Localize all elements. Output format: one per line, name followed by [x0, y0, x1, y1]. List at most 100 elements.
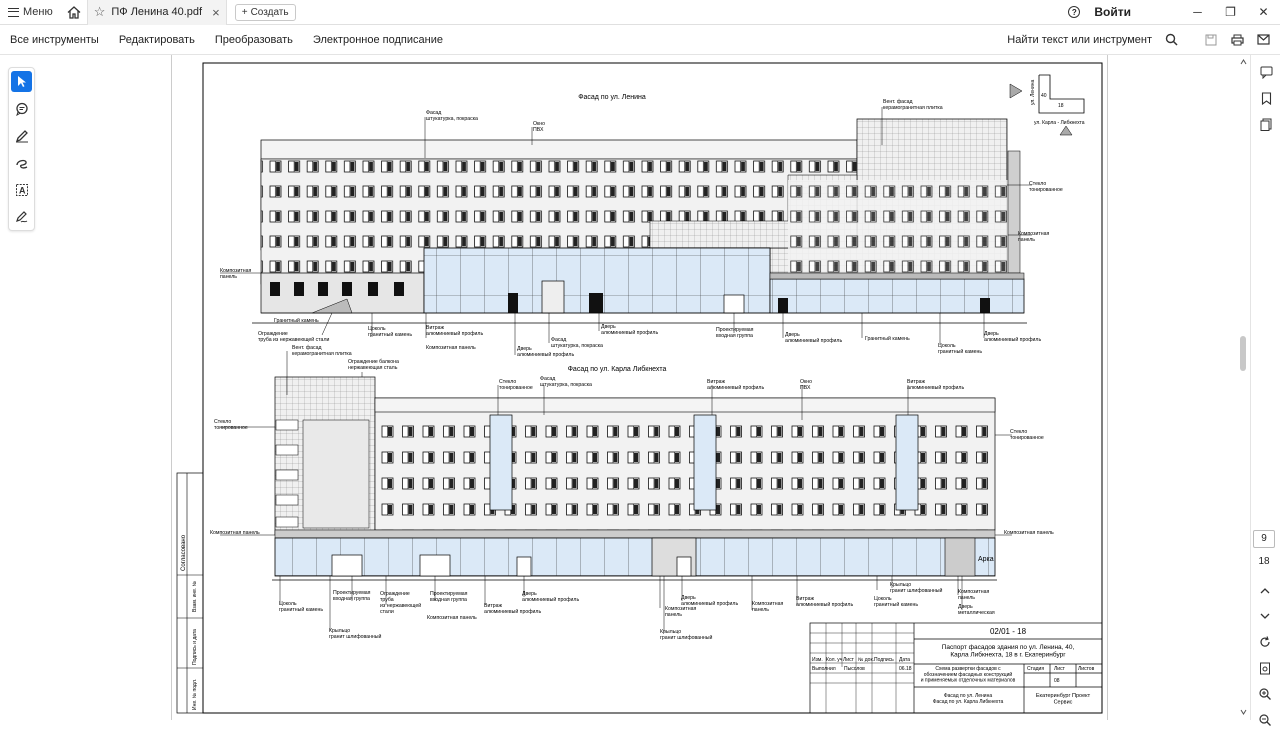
close-tab-icon[interactable]: × — [212, 5, 220, 20]
lbl-top-facade-b: Фасад штукатурка, покраска — [551, 337, 603, 349]
comment-panel-button[interactable] — [1251, 59, 1280, 85]
create-label: Создать — [250, 6, 289, 18]
lbl-bot-panel-c: Композитная панель — [665, 606, 697, 618]
zoom-in-button[interactable] — [1250, 681, 1280, 707]
highlight-tool-button[interactable] — [11, 125, 32, 146]
total-pages: 18 — [1258, 556, 1270, 567]
find-label[interactable]: Найти текст или инструмент — [1007, 34, 1152, 46]
bookmark-panel-button[interactable] — [1251, 85, 1280, 111]
signature-icon — [15, 210, 27, 222]
text-box-icon: A — [15, 183, 28, 196]
vertical-scrollbar[interactable] — [1239, 55, 1248, 720]
keyplan-40: 40 — [1041, 93, 1047, 99]
tb-row-date: 06.18 — [899, 666, 912, 672]
tb-col-list: Лист — [843, 657, 855, 663]
lbl-top-plinth: Цоколь гранитный камень — [368, 326, 412, 338]
create-button[interactable]: + Создать — [234, 3, 296, 21]
lbl-bot-vent: Вент. фасад керамогранитная плитка — [292, 345, 352, 357]
zoom-out-button[interactable] — [1250, 707, 1280, 733]
bottom-facade-title: Фасад по ул. Карла Либкнехта — [568, 365, 667, 373]
tab-title: ПФ Ленина 40.pdf — [111, 6, 203, 18]
tb-code: 02/01 - 18 — [990, 627, 1027, 636]
lbl-top-granite: Гранитный камень — [274, 317, 319, 324]
tb-stage: Стадия — [1027, 666, 1044, 672]
lbl-top-panel-b: Композитная панель — [426, 345, 476, 351]
search-icon[interactable] — [1164, 33, 1178, 47]
bookmark-icon — [1261, 91, 1271, 105]
prev-page-button[interactable] — [1250, 577, 1280, 603]
lbl-top-panel-l: Композитная панель — [220, 268, 252, 280]
extract-button[interactable] — [1250, 655, 1280, 681]
lbl-bot-entrance2: Проектируемая входная группа — [430, 591, 468, 603]
toolbar-edit[interactable]: Редактировать — [109, 34, 205, 46]
lbl-bot-panel-e: Композитная панель — [958, 589, 990, 601]
current-page-input[interactable]: 9 — [1253, 530, 1275, 548]
lbl-bot-glass-r: Стекло тонированное — [1010, 429, 1044, 441]
minimize-icon[interactable]: ─ — [1181, 5, 1214, 19]
stamp-replace: Взам. инв. № — [192, 581, 198, 612]
comment-icon — [15, 102, 28, 116]
top-facade-title: Фасад по ул. Ленина — [578, 94, 646, 101]
facade-drawing: Согласовано Взам. инв. № Подпись и дата … — [176, 62, 1103, 714]
lbl-top-fence: Ограждение труба из нержавеющей стали — [258, 331, 329, 343]
document-tab[interactable]: ☆ ПФ Ленина 40.pdf × — [86, 0, 227, 25]
lbl-top-panel-r: Композитная панель — [1018, 231, 1050, 243]
tb-col-doc: № док. — [858, 657, 874, 663]
lbl-bot-door2: Дверь алюминиевый профиль — [681, 595, 738, 607]
lbl-bot-door-metal: Дверь металлическая — [958, 604, 995, 616]
select-tool-button[interactable] — [11, 71, 32, 92]
next-page-button[interactable] — [1250, 603, 1280, 629]
plus-icon: + — [241, 6, 248, 18]
lbl-top-door2: Дверь алюминиевый профиль — [601, 324, 658, 336]
star-icon[interactable]: ☆ — [94, 4, 106, 20]
menu-button[interactable]: Меню — [0, 0, 61, 25]
left-tool-rail: A — [8, 67, 35, 231]
rotate-icon — [1260, 636, 1270, 647]
restore-icon[interactable]: ❐ — [1214, 5, 1247, 19]
freehand-icon — [15, 159, 27, 169]
print-icon[interactable] — [1230, 33, 1244, 47]
lbl-bot-balcony: Ограждение балкона нержавеющая сталь — [348, 359, 399, 371]
lbl-bot-entrance1: Проектируемая входная группа — [333, 590, 371, 602]
pdf-page: Согласовано Взам. инв. № Подпись и дата … — [171, 55, 1108, 720]
tb-col-date: Дата — [899, 657, 910, 663]
mail-icon[interactable] — [1256, 33, 1270, 47]
zoom-out-icon — [1259, 714, 1271, 726]
text-tool-button[interactable]: A — [11, 179, 32, 200]
toolbar-esign[interactable]: Электронное подписание — [303, 34, 453, 46]
save-icon[interactable] — [1204, 33, 1218, 47]
close-window-icon[interactable]: ✕ — [1247, 5, 1280, 19]
stamp-inv: Инв. № подл. — [192, 679, 198, 710]
tb-sheet-names: Фасад по ул. Ленина Фасад по ул. Карла Ли… — [933, 693, 1004, 705]
lbl-bot-vitrage3: Витраж алюминиевый профиль — [484, 603, 541, 615]
pages-icon — [1260, 118, 1272, 131]
lbl-top-door3: Дверь алюминиевый профиль — [785, 332, 842, 344]
tb-col-sign: Подпись — [874, 657, 894, 663]
home-button[interactable] — [61, 0, 87, 25]
lbl-top-window: Окно ПВХ — [533, 121, 545, 133]
toolbar-convert[interactable]: Преобразовать — [205, 34, 303, 46]
rotate-button[interactable] — [1250, 629, 1280, 655]
tb-sheet: Лист — [1054, 666, 1066, 672]
svg-text:A: A — [19, 185, 26, 195]
pages-panel-button[interactable] — [1251, 111, 1280, 137]
cursor-icon — [17, 76, 26, 87]
sign-tool-button[interactable] — [11, 206, 32, 227]
lbl-bot-facade: Фасад штукатурка, покраска — [540, 376, 592, 388]
lbl-top-granite2: Гранитный камень — [865, 335, 910, 342]
chevron-up-icon — [1260, 587, 1270, 593]
stamp-column — [176, 472, 204, 714]
lbl-bot-plinth: Цоколь гранитный камень — [279, 601, 323, 613]
tb-subtitle: Схема развертки фасадов с обозначением фа… — [921, 666, 1016, 684]
tb-col-kol: Кол. уч — [826, 657, 843, 663]
home-icon — [67, 5, 81, 19]
keyplan: 40 18 ул. Ленина ул. Карла - Либкнехта — [1009, 74, 1085, 136]
title-bar: Меню ☆ ПФ Ленина 40.pdf × + Создать ? Во… — [0, 0, 1280, 25]
signin-button[interactable]: Войти — [1094, 5, 1131, 19]
help-icon[interactable]: ? — [1068, 6, 1081, 18]
comment-tool-button[interactable] — [11, 98, 32, 119]
scroll-thumb[interactable] — [1240, 336, 1246, 371]
draw-tool-button[interactable] — [11, 152, 32, 173]
toolbar-all-tools[interactable]: Все инструменты — [0, 34, 109, 46]
lbl-bot-panel-l: Композитная панель — [210, 530, 260, 536]
